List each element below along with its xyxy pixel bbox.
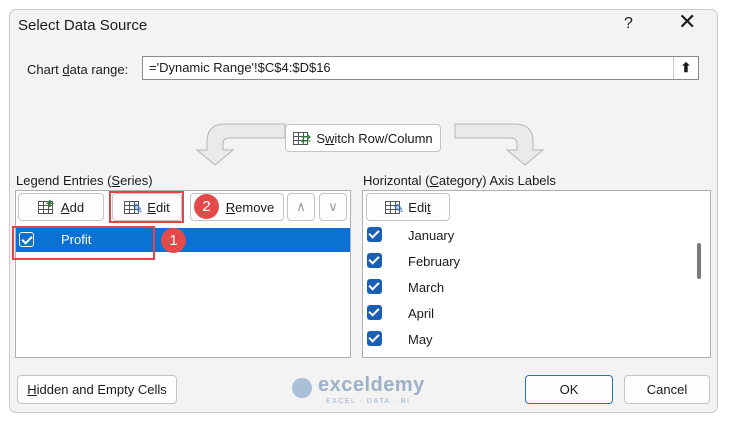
axis-item-checkbox[interactable]: [367, 331, 382, 346]
edit-axis-label: Edit: [408, 199, 431, 215]
annotation-series-highlight: [12, 226, 155, 260]
collapse-dialog-icon[interactable]: ⬆: [673, 57, 698, 79]
annotation-edit-highlight: [109, 191, 184, 223]
axis-item[interactable]: February: [364, 250, 689, 276]
edit-axis-icon: ✎: [385, 199, 404, 216]
axis-item-label: February: [408, 254, 461, 269]
axis-item-label: March: [408, 280, 445, 295]
add-series-button[interactable]: + Add: [18, 193, 104, 221]
axis-item-checkbox[interactable]: [367, 253, 382, 268]
cancel-label: Cancel: [646, 382, 688, 397]
axis-item[interactable]: May: [364, 328, 689, 354]
switch-row-column-icon: ⇄: [293, 130, 311, 146]
axis-item[interactable]: April: [364, 302, 689, 328]
chart-data-range-label: Chart data range:: [27, 62, 129, 77]
right-curved-arrow-icon: [454, 123, 545, 166]
axis-item-label: April: [408, 306, 435, 321]
hidden-empty-cells-label: Hidden and Empty Cells: [27, 382, 167, 397]
edit-axis-labels-button[interactable]: ✎ Edit: [366, 193, 450, 221]
close-icon[interactable]: ✕: [678, 11, 696, 33]
chevron-down-icon: ∨: [328, 199, 338, 214]
ok-button[interactable]: OK: [525, 375, 613, 404]
axis-item-checkbox[interactable]: [367, 279, 382, 294]
switch-row-column-label: Switch Row/Column: [316, 130, 433, 146]
hidden-empty-cells-button[interactable]: Hidden and Empty Cells: [17, 375, 177, 404]
ok-label: OK: [559, 382, 579, 397]
axis-item[interactable]: January: [364, 224, 689, 250]
chevron-up-icon: ∧: [296, 199, 306, 214]
dialog-title: Select Data Source: [18, 17, 148, 34]
move-down-button[interactable]: ∨: [319, 193, 347, 221]
axis-labels-label: Horizontal (Category) Axis Labels: [363, 173, 556, 188]
move-up-button[interactable]: ∧: [287, 193, 315, 221]
left-curved-arrow-icon: [195, 123, 286, 166]
axis-list-scrollbar[interactable]: [697, 243, 701, 279]
switch-row-column-button[interactable]: ⇄ Switch Row/Column: [285, 124, 441, 152]
axis-item-label: January: [408, 228, 455, 243]
axis-item-label: May: [408, 332, 433, 347]
legend-entries-label: Legend Entries (Series): [16, 173, 153, 188]
axis-item[interactable]: March: [364, 276, 689, 302]
help-icon[interactable]: ?: [624, 15, 633, 33]
cancel-button[interactable]: Cancel: [624, 375, 710, 404]
axis-item-checkbox[interactable]: [367, 227, 382, 242]
annotation-badge-1: 1: [161, 228, 186, 253]
add-series-icon: +: [37, 195, 56, 215]
chart-data-range-input[interactable]: ='Dynamic Range'!$C$4:$D$16: [142, 56, 699, 80]
annotation-badge-2: 2: [194, 194, 219, 219]
axis-item-checkbox[interactable]: [367, 305, 382, 320]
add-series-label: Add: [60, 199, 85, 215]
exceldemy-logo-icon: [292, 378, 312, 398]
